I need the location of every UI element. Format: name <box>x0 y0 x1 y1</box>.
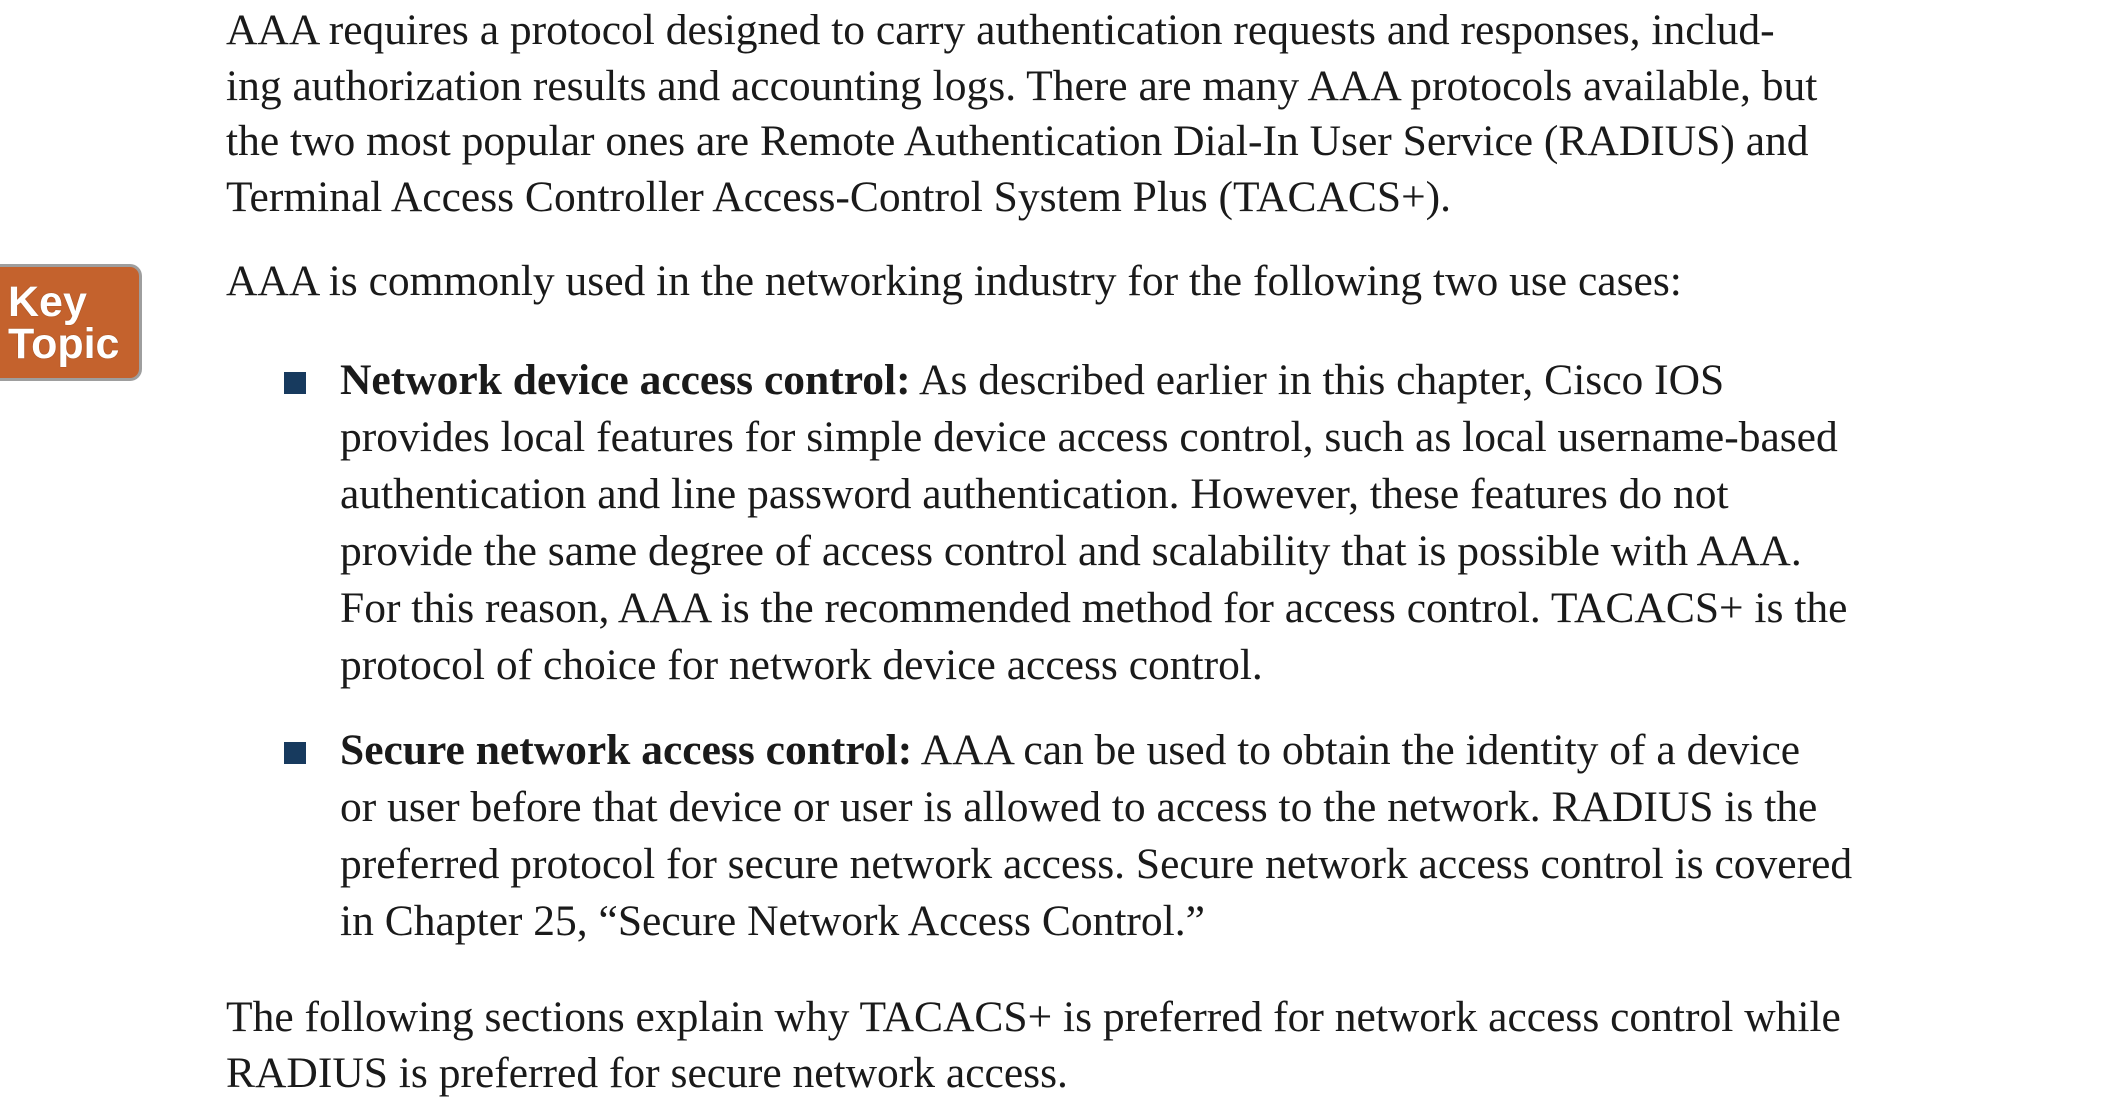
key-topic-badge: Key Topic <box>0 264 142 381</box>
list-item-line: preferred protocol for secure network ac… <box>340 840 1853 888</box>
use-cases-intro: AAA is commonly used in the networking i… <box>226 254 1986 310</box>
list-item-line: protocol of choice for network device ac… <box>340 641 1263 689</box>
document-page: Key Topic AAA requires a protocol design… <box>0 0 2104 1104</box>
key-topic-label-key: Key <box>8 278 87 326</box>
intro-line: AAA requires a protocol designed to carr… <box>226 6 1775 54</box>
list-item-line: For this reason, AAA is the recommended … <box>340 584 1848 632</box>
intro-line: the two most popular ones are Remote Aut… <box>226 117 1809 165</box>
closing-line: The following sections explain why TACAC… <box>226 993 1841 1041</box>
intro-paragraph: AAA requires a protocol designed to carr… <box>226 3 1986 225</box>
list-item-line: provides local features for simple devic… <box>340 413 1838 461</box>
list-item-first-line: Network device access control: As descri… <box>340 352 1847 409</box>
closing-paragraph: The following sections explain why TACAC… <box>226 990 1986 1101</box>
use-cases-intro-line: AAA is commonly used in the networking i… <box>226 257 1682 305</box>
closing-line: RADIUS is preferred for secure network a… <box>226 1048 1068 1097</box>
list-item-network-device-access: Network device access control: As descri… <box>340 352 1847 694</box>
list-item-term: Network device access control: <box>340 356 911 404</box>
bullet-marker <box>284 742 306 764</box>
list-item-text: As described earlier in this chapter, Ci… <box>910 356 1725 404</box>
list-item-term: Secure network access control: <box>340 726 913 774</box>
list-item-first-line: Secure network access control: AAA can b… <box>340 722 1852 779</box>
bullet-marker <box>284 372 306 394</box>
intro-line: ing authorization results and accounting… <box>226 61 1818 110</box>
key-topic-label-topic: Topic <box>8 320 120 368</box>
list-item-line: or user before that device or user is al… <box>340 783 1818 831</box>
list-item-secure-network-access: Secure network access control: AAA can b… <box>340 722 1852 950</box>
list-item-text: AAA can be used to obtain the identity o… <box>912 726 1801 774</box>
intro-line: Terminal Access Controller Access-Contro… <box>226 172 1452 221</box>
list-item-line: provide the same degree of access contro… <box>340 527 1802 575</box>
list-item-line: in Chapter 25, “Secure Network Access Co… <box>340 897 1205 945</box>
list-item-line: authentication and line password authent… <box>340 470 1729 518</box>
